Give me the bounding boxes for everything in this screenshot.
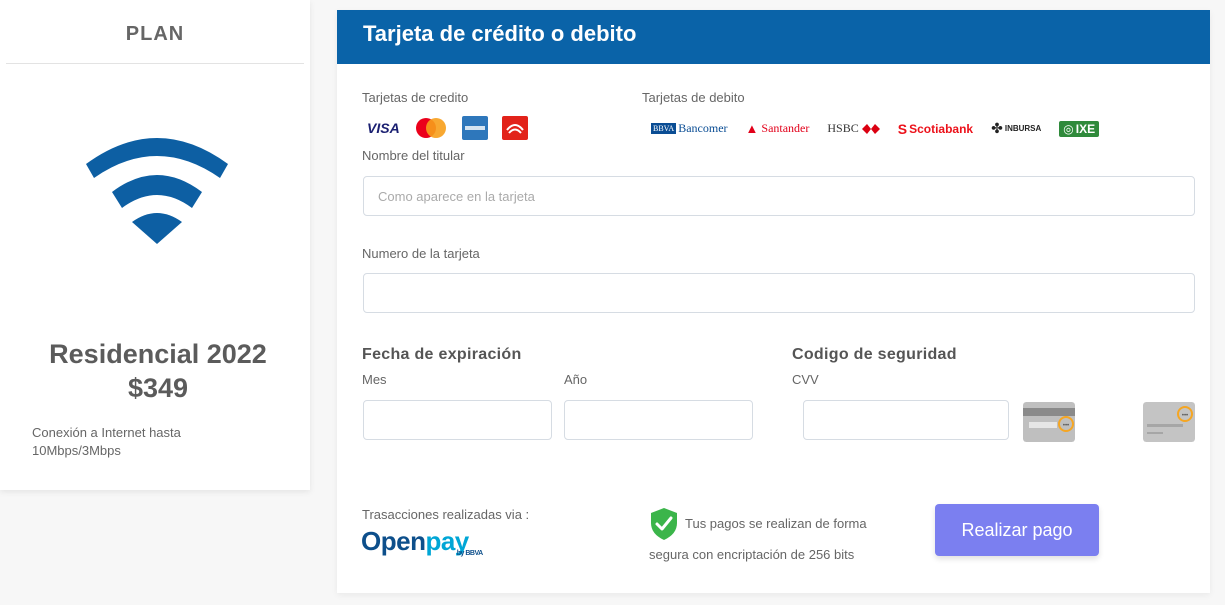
inburssa-logo: ✤ INBURSA xyxy=(991,120,1042,136)
expiration-label: Fecha de expiración xyxy=(362,346,522,363)
security-code-label: Codigo de seguridad xyxy=(792,346,957,363)
plan-header: PLAN xyxy=(6,0,304,64)
payment-card: Tarjeta de crédito o debito Tarjetas de … xyxy=(337,10,1210,593)
card-number-input[interactable] xyxy=(363,273,1195,313)
cvv-input[interactable] xyxy=(803,400,1009,440)
payment-title: Tarjeta de crédito o debito xyxy=(337,10,1210,64)
svg-text:•••: ••• xyxy=(1182,413,1188,419)
ixe-logo: ◎ IXE xyxy=(1059,120,1100,137)
bancomer-logo: BBVA Bancomer xyxy=(651,121,728,135)
amex-logo xyxy=(461,116,488,140)
svg-text:•••: ••• xyxy=(1063,423,1069,429)
holder-name-input[interactable] xyxy=(363,176,1195,216)
holder-name-label: Nombre del titular xyxy=(362,148,465,163)
year-label: Año xyxy=(564,372,588,387)
credit-cards-label: Tarjetas de credito xyxy=(362,90,469,105)
plan-price: $349 xyxy=(127,373,189,403)
cvv-front-card-icon: ••• xyxy=(1143,402,1195,442)
transactions-via-label: Trasacciones realizadas via : xyxy=(362,507,530,522)
shield-check-icon xyxy=(651,508,677,540)
openpay-logo: Openpayby BBVA xyxy=(361,526,483,557)
submit-payment-button[interactable]: Realizar pago xyxy=(935,504,1099,556)
month-label: Mes xyxy=(362,372,387,387)
carnet-logo xyxy=(501,116,528,140)
mastercard-logo xyxy=(415,118,446,138)
debit-card-logos: BBVA Bancomer ▲ Santander HSBC S Scotiaban… xyxy=(651,120,1100,137)
plan-description: Conexión a Internet hasta 10Mbps/3Mbps xyxy=(32,425,181,458)
santander-logo: ▲ Santander xyxy=(745,120,810,136)
wifi-icon xyxy=(86,138,228,244)
scotiabank-logo: S Scotiabank xyxy=(897,120,974,137)
cvv-back-card-icon: ••• xyxy=(1023,402,1075,442)
visa-logo: VISA xyxy=(367,120,400,136)
plan-name: Residencial 2022 xyxy=(49,339,267,369)
secure-payment-text-line2: segura con encriptación de 256 bits xyxy=(649,547,855,562)
card-number-label: Numero de la tarjeta xyxy=(362,246,480,261)
secure-payment-text-line1: Tus pagos se realizan de forma xyxy=(685,516,867,531)
hsbc-logo: HSBC xyxy=(827,121,880,136)
cvv-label: CVV xyxy=(792,372,819,387)
debit-cards-label: Tarjetas de debito xyxy=(642,90,745,105)
plan-card: PLAN Residencial 2022 $349 Conexión a In… xyxy=(0,0,310,490)
credit-card-logos: VISA xyxy=(367,116,528,140)
expiration-month-input[interactable] xyxy=(363,400,552,440)
expiration-year-input[interactable] xyxy=(564,400,753,440)
